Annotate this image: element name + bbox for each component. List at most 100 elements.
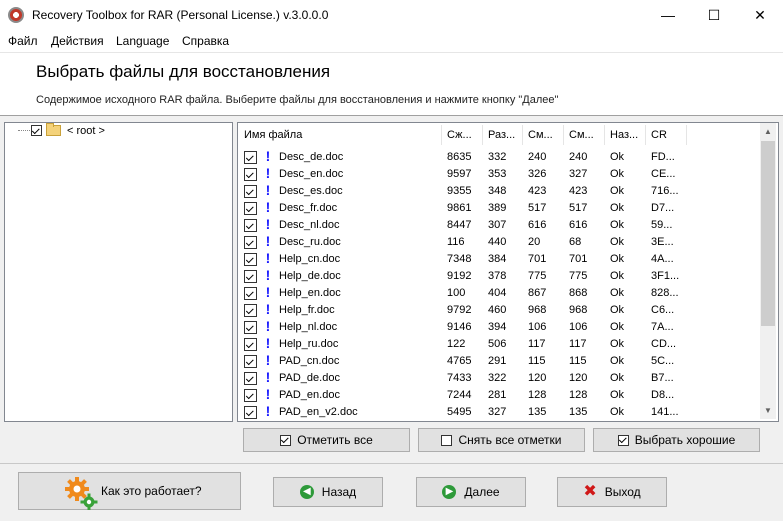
- column-separator[interactable]: [441, 125, 442, 145]
- offset-1-cell: 616: [528, 219, 547, 231]
- maximize-button[interactable]: ☐: [691, 0, 737, 30]
- row-checkbox[interactable]: [244, 355, 257, 368]
- column-header-crc[interactable]: CR: [651, 129, 667, 141]
- compressed-cell: 9192: [447, 270, 472, 282]
- gears-icon: [65, 477, 98, 510]
- compressed-cell: 7433: [447, 372, 472, 384]
- file-name-cell: Desc_ru.doc: [279, 236, 341, 248]
- select-good-button[interactable]: Выбрать хорошие: [593, 428, 760, 452]
- row-checkbox[interactable]: [244, 321, 257, 334]
- file-name-cell: Desc_fr.doc: [279, 202, 338, 214]
- column-header-name[interactable]: Имя файла: [244, 129, 302, 141]
- compressed-cell: 8635: [447, 151, 472, 163]
- column-header-offset-1[interactable]: См...: [528, 129, 553, 141]
- column-separator[interactable]: [686, 125, 687, 145]
- row-checkbox[interactable]: [244, 219, 257, 232]
- column-header-compressed[interactable]: Сж...: [447, 129, 472, 141]
- file-name-cell: PAD_cn.doc: [279, 355, 340, 367]
- crc-cell: 59...: [651, 219, 673, 231]
- check-all-button[interactable]: Отметить все: [243, 428, 410, 452]
- minimize-button[interactable]: —: [645, 0, 691, 30]
- status-cell: Ok: [610, 321, 625, 333]
- close-button[interactable]: ✕: [737, 0, 783, 30]
- tree-root-label[interactable]: < root >: [67, 125, 105, 137]
- how-it-works-button[interactable]: Как это работает?: [18, 472, 241, 510]
- scroll-thumb[interactable]: [761, 141, 775, 326]
- column-header-size[interactable]: Раз...: [488, 129, 515, 141]
- status-cell: Ok: [610, 338, 625, 350]
- row-checkbox[interactable]: [244, 287, 257, 300]
- row-checkbox[interactable]: [244, 270, 257, 283]
- size-cell: 440: [488, 236, 507, 248]
- file-name-cell: PAD_en.doc: [279, 389, 340, 401]
- crc-cell: 4A...: [651, 253, 674, 265]
- file-name-cell: PAD_en_v2.doc: [279, 406, 358, 418]
- row-checkbox[interactable]: [244, 338, 257, 351]
- row-checkbox[interactable]: [244, 253, 257, 266]
- warning-mark-icon: !: [265, 165, 271, 181]
- warning-mark-icon: !: [265, 216, 271, 232]
- back-arrow-icon: ◀: [299, 485, 314, 499]
- column-separator[interactable]: [522, 125, 523, 145]
- offset-1-cell: 240: [528, 151, 547, 163]
- row-checkbox[interactable]: [244, 202, 257, 215]
- uncheck-all-button[interactable]: Снять все отметки: [418, 428, 585, 452]
- crc-cell: 828...: [651, 287, 679, 299]
- row-checkbox[interactable]: [244, 372, 257, 385]
- menu-actions[interactable]: Действия: [51, 34, 104, 48]
- file-name-cell: Desc_es.doc: [279, 185, 343, 197]
- crc-cell: FD...: [651, 151, 675, 163]
- exit-button[interactable]: ✖ Выход: [557, 477, 667, 507]
- menu-file[interactable]: Файл: [8, 34, 38, 48]
- row-checkbox[interactable]: [244, 389, 257, 402]
- menu-help[interactable]: Справка: [182, 34, 229, 48]
- page-subtitle: Содержимое исходного RAR файла. Выберите…: [36, 94, 559, 106]
- row-checkbox[interactable]: [244, 151, 257, 164]
- menu-language[interactable]: Language: [116, 34, 169, 48]
- column-header-status[interactable]: Наз...: [610, 129, 638, 141]
- status-cell: Ok: [610, 236, 625, 248]
- warning-mark-icon: !: [265, 369, 271, 385]
- size-cell: 460: [488, 304, 507, 316]
- row-checkbox[interactable]: [244, 304, 257, 317]
- offset-1-cell: 20: [528, 236, 541, 248]
- file-name-cell: Desc_en.doc: [279, 168, 344, 180]
- back-button[interactable]: ◀ Назад: [273, 477, 383, 507]
- row-checkbox[interactable]: [244, 406, 257, 419]
- compressed-cell: 9355: [447, 185, 472, 197]
- status-cell: Ok: [610, 355, 625, 367]
- next-label: Далее: [464, 485, 500, 499]
- next-button[interactable]: ▶ Далее: [416, 477, 526, 507]
- row-checkbox[interactable]: [244, 236, 257, 249]
- tree-connector: [18, 130, 30, 131]
- scroll-down-icon[interactable]: ▼: [760, 402, 776, 419]
- offset-1-cell: 326: [528, 168, 547, 180]
- column-separator[interactable]: [645, 125, 646, 145]
- row-checkbox[interactable]: [244, 185, 257, 198]
- offset-1-cell: 775: [528, 270, 547, 282]
- warning-mark-icon: !: [265, 301, 271, 317]
- warning-mark-icon: !: [265, 284, 271, 300]
- scroll-up-icon[interactable]: ▲: [760, 123, 776, 140]
- row-checkbox[interactable]: [244, 168, 257, 181]
- offset-2-cell: 106: [569, 321, 588, 333]
- column-separator[interactable]: [604, 125, 605, 145]
- offset-2-cell: 68: [569, 236, 582, 248]
- compressed-cell: 122: [447, 338, 466, 350]
- root-checkbox[interactable]: [31, 125, 42, 136]
- crc-cell: D7...: [651, 202, 675, 214]
- next-arrow-icon: ▶: [442, 485, 457, 499]
- file-name-cell: Help_nl.doc: [279, 321, 338, 333]
- column-header-offset-2[interactable]: См...: [569, 129, 594, 141]
- compressed-cell: 4765: [447, 355, 472, 367]
- offset-1-cell: 106: [528, 321, 547, 333]
- size-cell: 291: [488, 355, 507, 367]
- compressed-cell: 7348: [447, 253, 472, 265]
- crc-cell: CE...: [651, 168, 676, 180]
- folder-tree[interactable]: [4, 122, 233, 422]
- column-separator[interactable]: [482, 125, 483, 145]
- size-cell: 506: [488, 338, 507, 350]
- back-label: Назад: [321, 485, 357, 499]
- footer-divider: [0, 463, 783, 464]
- column-separator[interactable]: [563, 125, 564, 145]
